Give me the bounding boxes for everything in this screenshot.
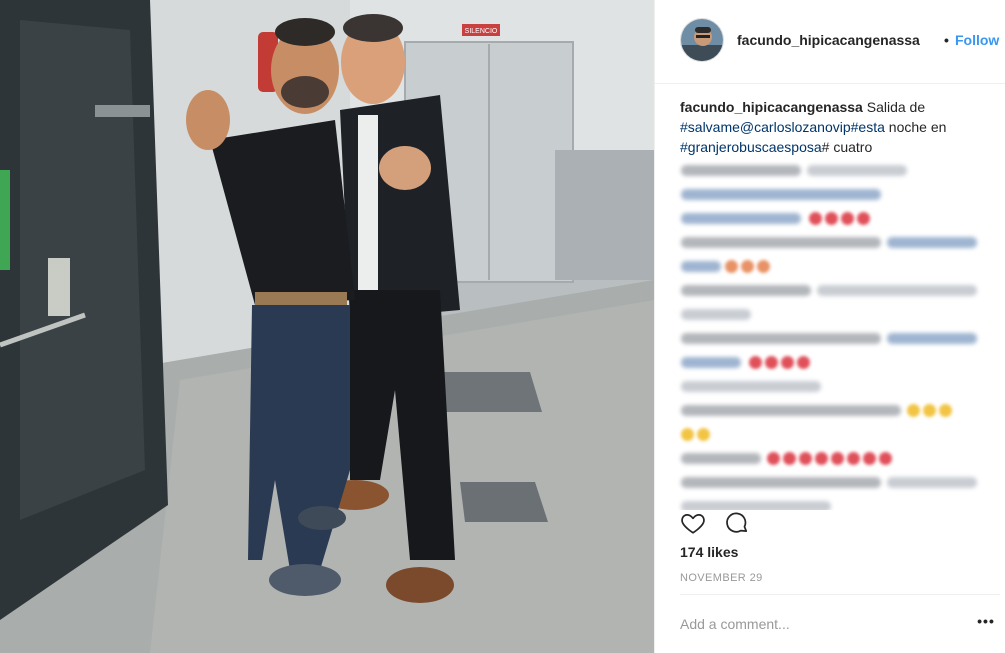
comment-item xyxy=(675,206,995,230)
comment-item xyxy=(675,278,995,302)
post-username[interactable]: facundo_hipicacangenassa xyxy=(737,32,920,48)
comment-item xyxy=(675,254,995,278)
comment-item xyxy=(675,374,995,398)
follow-button[interactable]: Follow xyxy=(955,32,999,48)
hashtag-link[interactable]: #granjerobuscaesposa xyxy=(680,139,822,155)
post-date[interactable]: NOVEMBER 29 xyxy=(680,572,763,584)
post-caption: facundo_hipicacangenassa Salida de #salv… xyxy=(680,97,998,157)
add-comment-input[interactable] xyxy=(680,613,960,635)
caption-text: # cuatro xyxy=(821,139,873,155)
avatar-image xyxy=(681,19,723,61)
hashtag-link[interactable]: #salvame xyxy=(680,119,740,135)
divider xyxy=(680,594,1000,595)
comment-item xyxy=(675,182,995,206)
header-separator: • xyxy=(944,32,949,48)
post-photo[interactable]: SILENCIO xyxy=(0,0,654,653)
comment-item xyxy=(675,230,995,254)
comment-item xyxy=(675,158,995,182)
comment-item xyxy=(675,302,995,326)
post-photo-image: SILENCIO xyxy=(0,0,654,653)
comment-item xyxy=(675,398,995,422)
comment-item xyxy=(675,326,995,350)
comment-item xyxy=(675,350,995,374)
comment-item xyxy=(675,422,995,446)
post-header: facundo_hipicacangenassa • Follow xyxy=(655,0,1005,84)
avatar[interactable] xyxy=(680,18,724,62)
mention-link[interactable]: @carloslozanovip xyxy=(740,119,851,135)
comment-item xyxy=(675,446,995,470)
blurred-comments xyxy=(675,158,995,510)
caption-username[interactable]: facundo_hipicacangenassa xyxy=(680,99,863,115)
post-details-panel: facundo_hipicacangenassa • Follow facund… xyxy=(654,0,1005,653)
comment-item xyxy=(675,494,995,510)
comment-icon[interactable] xyxy=(724,510,750,536)
more-options-button[interactable]: ••• xyxy=(975,613,997,633)
silencio-sign-text: SILENCIO xyxy=(465,28,498,35)
likes-count[interactable]: 174 likes xyxy=(680,544,738,560)
caption-text: noche en xyxy=(884,119,947,135)
comment-item xyxy=(675,470,995,494)
caption-text: Salida de xyxy=(862,99,926,115)
heart-icon[interactable] xyxy=(680,510,706,536)
hashtag-link[interactable]: #esta xyxy=(851,119,885,135)
